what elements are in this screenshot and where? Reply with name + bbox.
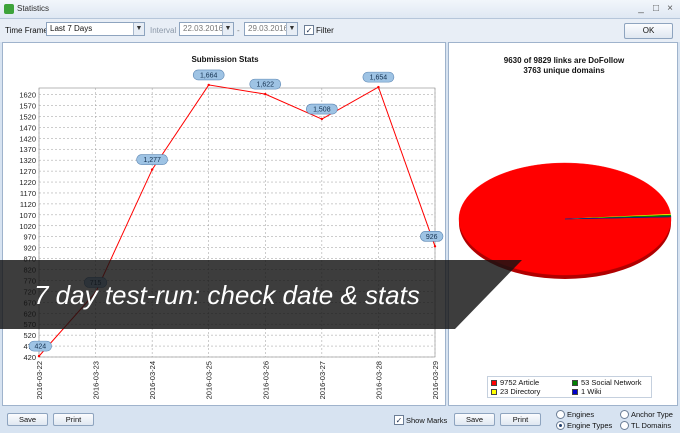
chevron-down-icon: ▼ [286, 23, 297, 35]
close-icon[interactable]: × [664, 3, 676, 15]
time-frame-select[interactable]: Last 7 Days ▼ [46, 22, 145, 36]
chevron-down-icon: ▼ [133, 23, 144, 35]
y-tick-label: 1470 [19, 123, 36, 132]
filter-checkbox[interactable]: ✓ [304, 25, 314, 35]
y-tick-label: 1620 [19, 91, 36, 100]
legend-item-social-network: 53 Social Network [581, 378, 642, 387]
y-tick-label: 1570 [19, 101, 36, 110]
x-tick-label: 2016-03-24 [148, 361, 157, 399]
data-point [377, 85, 380, 89]
engines-radio[interactable] [556, 410, 565, 419]
toolbar: Time Frame Last 7 Days ▼ Interval 22.03.… [0, 19, 680, 42]
legend-swatch-social-network [572, 380, 578, 386]
data-label: 1,508 [313, 107, 331, 114]
maximize-icon[interactable]: □ [650, 3, 662, 15]
x-tick-label: 2016-03-26 [261, 361, 270, 399]
chevron-down-icon: ▼ [222, 23, 233, 35]
engine-types-label: Engine Types [567, 421, 613, 430]
data-label: 1,277 [143, 157, 161, 164]
legend-swatch-directory [491, 389, 497, 395]
y-tick-label: 1070 [19, 211, 36, 220]
tl-domains-radio[interactable] [620, 421, 629, 430]
show-marks-checkbox[interactable]: ✓ [394, 415, 404, 425]
pie-chart-panel: 9630 of 9829 links are DoFollow 3763 uni… [448, 42, 678, 406]
data-point [150, 168, 154, 171]
data-point [433, 245, 437, 248]
y-tick-label: 1020 [19, 222, 36, 231]
legend-item-article: 9752 Article [500, 378, 540, 387]
y-tick-label: 1270 [19, 167, 36, 176]
date-separator: - [237, 26, 240, 35]
submission-chart-panel: Submission Stats 42047052057062067072077… [2, 42, 446, 406]
tl-domains-label: TL Domains [631, 421, 672, 430]
date-from-field[interactable]: 22.03.2016 ▼ [179, 22, 234, 36]
y-tick-label: 1320 [19, 156, 36, 165]
data-point [207, 83, 210, 87]
y-tick-label: 420 [23, 353, 36, 362]
chart-save-button[interactable]: Save [7, 413, 48, 426]
y-tick-label: 1520 [19, 112, 36, 121]
date-from-value: 22.03.2016 [183, 24, 224, 33]
time-frame-value: Last 7 Days [50, 24, 93, 33]
minimize-icon[interactable]: _ [635, 3, 647, 15]
data-label: 1,622 [257, 82, 275, 89]
y-tick-label: 1170 [20, 189, 36, 198]
pie-print-button[interactable]: Print [500, 413, 541, 426]
legend-item-directory: 23 Directory [500, 387, 541, 396]
y-tick-label: 1220 [19, 178, 36, 187]
pie-legend: 9752 Article 23 Directory 53 Social Netw… [487, 376, 652, 398]
caption-banner-text: 7 day test-run: check date & stats [34, 280, 420, 310]
anchor-type-radio[interactable] [620, 410, 629, 419]
y-tick-label: 520 [23, 331, 36, 340]
engines-label: Engines [567, 410, 595, 419]
legend-swatch-wiki [572, 389, 578, 395]
window-title: Statistics [17, 4, 50, 13]
x-tick-label: 2016-03-28 [374, 361, 383, 399]
legend-swatch-article [491, 380, 497, 386]
legend-item-wiki: 1 Wiki [581, 387, 602, 396]
chart-print-button[interactable]: Print [53, 413, 94, 426]
show-marks-label: Show Marks [406, 416, 448, 425]
data-point [320, 117, 324, 121]
anchor-type-label: Anchor Type [631, 410, 673, 419]
data-point [264, 92, 267, 96]
ok-button[interactable]: OK [624, 23, 673, 39]
y-tick-label: 1370 [19, 145, 36, 154]
x-tick-label: 2016-03-23 [92, 361, 101, 399]
submission-line-chart: 4204705205706206707207708208709209701020… [19, 69, 444, 399]
pie-save-button[interactable]: Save [454, 413, 495, 426]
data-point [37, 354, 41, 358]
data-label: 1,654 [370, 75, 388, 82]
y-tick-label: 1120 [20, 200, 36, 209]
link-type-pie-chart [458, 162, 672, 279]
x-tick-label: 2016-03-29 [431, 361, 440, 399]
data-label: 424 [34, 344, 46, 351]
filter-label: Filter [316, 26, 334, 35]
date-to-field[interactable]: 29.03.2016 ▼ [244, 22, 298, 36]
interval-label: Interval [150, 26, 177, 35]
y-tick-label: 970 [23, 233, 36, 242]
app-icon [4, 4, 14, 14]
x-tick-label: 2016-03-27 [318, 361, 327, 399]
engine-types-radio[interactable] [556, 421, 565, 430]
y-tick-label: 1420 [19, 134, 36, 143]
x-tick-label: 2016-03-22 [35, 361, 44, 399]
data-label: 926 [426, 234, 438, 241]
window-titlebar: Statistics _ □ × [0, 0, 680, 19]
x-tick-label: 2016-03-25 [205, 361, 214, 399]
date-to-value: 29.03.2016 [248, 24, 289, 33]
data-label: 1,664 [200, 72, 218, 79]
y-tick-label: 920 [23, 244, 36, 253]
time-frame-label: Time Frame [5, 26, 48, 35]
